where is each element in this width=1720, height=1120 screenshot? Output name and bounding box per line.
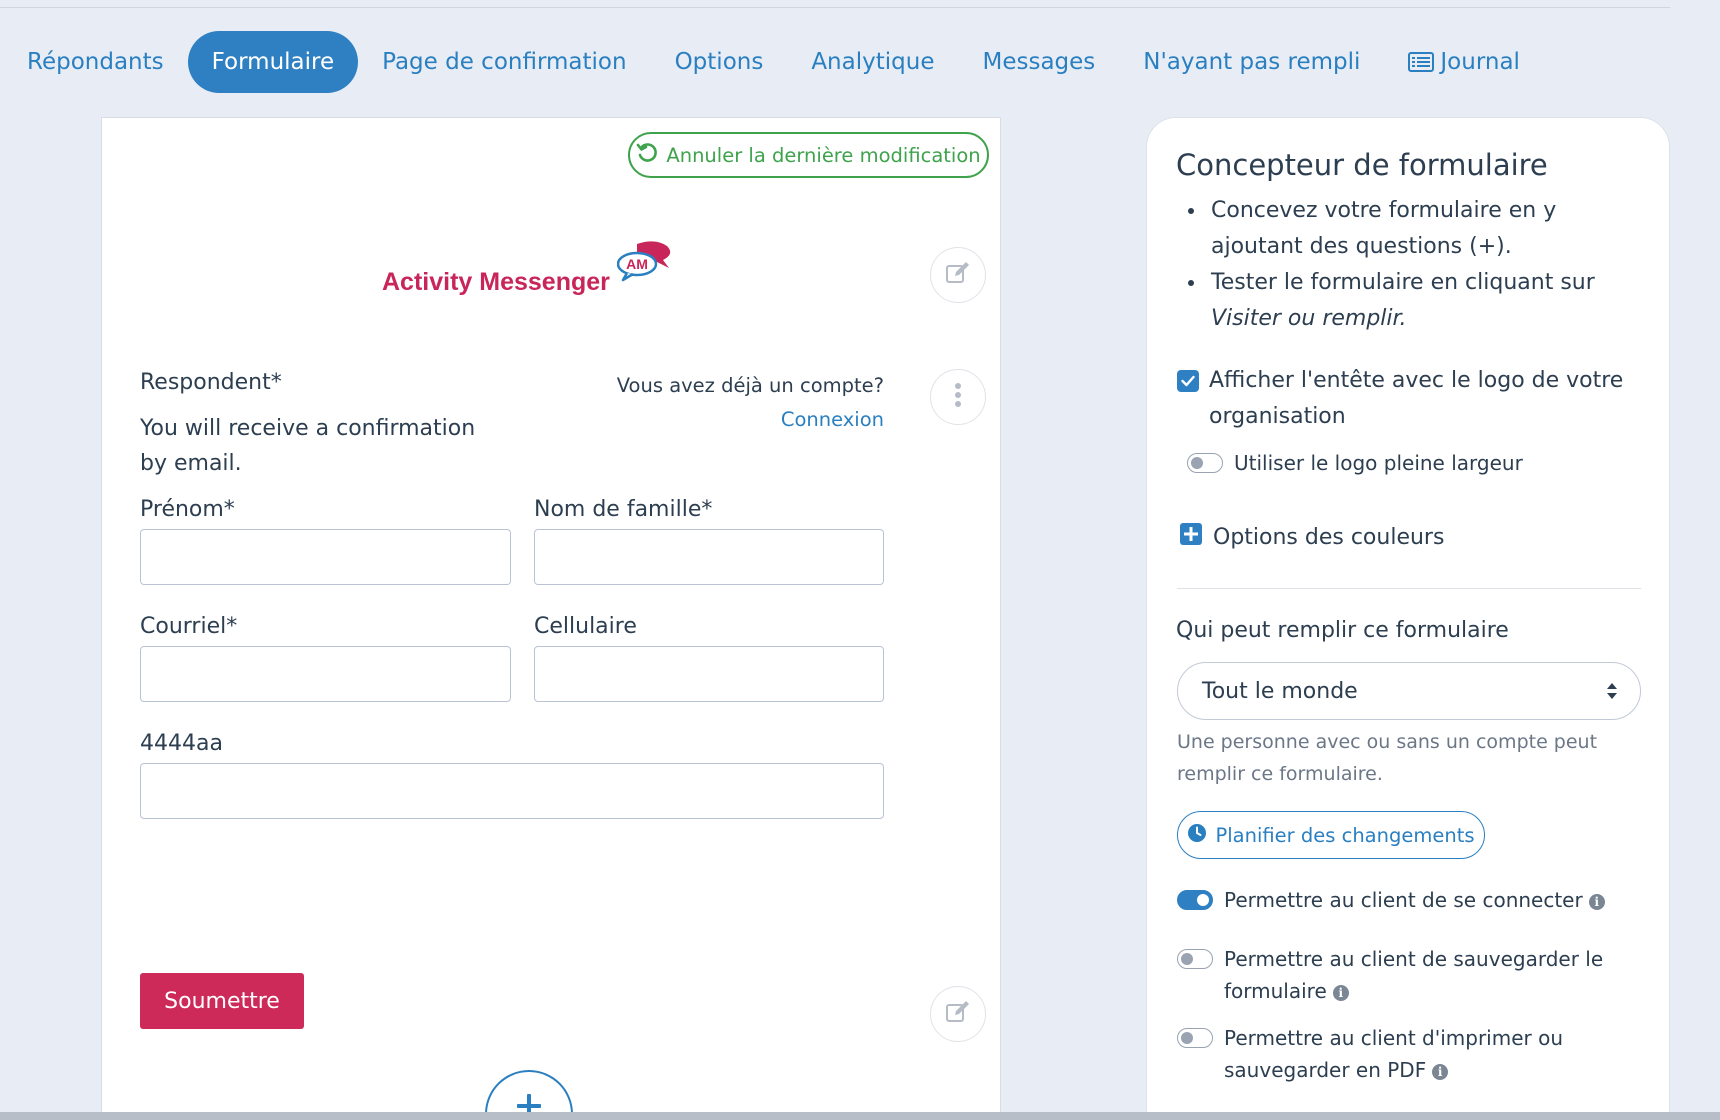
instructions-list: Concevez votre formulaire en y ajoutant … [1207,193,1627,337]
account-question: Vous avez déjà un compte? [616,374,884,397]
section-subtitle: You will receive a confirmation by email… [140,416,476,476]
bottom-scrollbar[interactable] [0,1112,1720,1120]
list-icon [1408,52,1435,72]
tab-label: Analytique [811,49,935,75]
color-options-toggle[interactable]: Options des couleurs [1180,523,1444,551]
who-can-fill-label: Qui peut remplir ce formulaire [1176,618,1509,643]
submit-button[interactable]: Soumettre [140,973,304,1029]
section-menu-button[interactable] [930,369,986,425]
allow-login-option[interactable]: Permettre au client de se connecter i [1177,888,1605,912]
allow-login-label: Permettre au client de se connecter [1224,888,1583,912]
speech-bubbles-icon: AM [617,241,671,282]
login-link[interactable]: Connexion [781,408,884,431]
checkbox[interactable] [1177,370,1199,392]
edit-submit-button[interactable] [930,986,986,1042]
who-can-fill-select[interactable]: Tout le monde [1177,662,1641,720]
logo-badge: AM [626,256,648,272]
tab-label: Options [674,49,764,75]
divider [1177,588,1641,589]
edit-header-button[interactable] [930,247,986,303]
info-icon[interactable]: i [1332,984,1349,1001]
tab-non-remplis[interactable]: N'ayant pas rempli [1119,31,1384,93]
info-icon[interactable]: i [1432,1063,1449,1080]
undo-last-change-button[interactable]: Annuler la dernière modification [628,132,989,178]
tab-label: N'ayant pas rempli [1143,49,1361,75]
full-width-logo-option[interactable]: Utiliser le logo pleine largeur [1187,451,1523,475]
last-name-label: Nom de famille* [534,497,713,522]
email-field[interactable] [140,646,511,702]
custom-field[interactable] [140,763,884,819]
show-header-option[interactable]: Afficher l'entête avec le logo de votre … [1177,363,1627,435]
tab-options[interactable]: Options [651,31,788,93]
allow-print-label: Permettre au client d'imprimer ou sauveg… [1224,1026,1564,1082]
email-label: Courriel* [140,614,238,639]
check-icon [1181,375,1195,387]
top-divider [0,7,1670,8]
last-name-field[interactable] [534,529,884,585]
show-header-label: Afficher l'entête avec le logo de votre … [1209,368,1624,429]
tab-label: Formulaire [211,49,335,75]
allow-print-option[interactable]: Permettre au client d'imprimer ou sauveg… [1177,1022,1607,1086]
cell-label: Cellulaire [534,614,637,639]
tab-journal[interactable]: Journal [1384,31,1544,93]
who-can-fill-value: Tout le monde [1202,678,1358,704]
vertical-dots-icon [954,382,962,412]
clock-icon [1187,823,1207,848]
who-can-fill-help: Une personne avec ou sans un compte peut… [1177,731,1598,785]
full-width-logo-toggle[interactable] [1187,453,1223,473]
custom-field-label: 4444aa [140,731,223,756]
info-icon[interactable]: i [1588,893,1605,910]
tab-analytique[interactable]: Analytique [787,31,958,93]
select-arrows-icon [1606,681,1618,706]
tab-bar: Répondants Formulaire Page de confirmati… [0,30,1544,94]
schedule-changes-label: Planifier des changements [1215,823,1475,847]
form-preview-panel: Annuler la dernière modification Activit… [101,117,1001,1120]
full-width-logo-label: Utiliser le logo pleine largeur [1234,451,1523,475]
edit-icon [945,261,971,289]
logo-text: Activity Messenger [382,268,610,296]
cell-field[interactable] [534,646,884,702]
instruction-item: Tester le formulaire en cliquant sur Vis… [1207,265,1627,337]
section-title: Respondent* [140,370,282,395]
first-name-label: Prénom* [140,497,235,522]
tab-label: Messages [982,49,1096,75]
tab-page-de-confirmation[interactable]: Page de confirmation [358,31,650,93]
allow-print-toggle[interactable] [1177,1028,1213,1048]
schedule-changes-button[interactable]: Planifier des changements [1177,811,1485,859]
tab-formulaire[interactable]: Formulaire [187,31,359,93]
tab-label: Page de confirmation [382,49,627,75]
allow-save-label: Permettre au client de sauvegarder le fo… [1224,947,1604,1003]
instruction-item: Concevez votre formulaire en y ajoutant … [1207,193,1627,265]
allow-save-toggle[interactable] [1177,949,1213,969]
undo-icon [636,142,658,169]
allow-save-option[interactable]: Permettre au client de sauvegarder le fo… [1177,943,1607,1007]
color-options-label: Options des couleurs [1213,524,1445,550]
edit-icon [945,1000,971,1028]
organization-logo: Activity Messenger AM [382,240,682,310]
first-name-field[interactable] [140,529,511,585]
panel-title: Concepteur de formulaire [1176,148,1548,182]
tab-messages[interactable]: Messages [958,31,1119,93]
form-designer-panel: Concepteur de formulaire Concevez votre … [1146,117,1670,1120]
plus-square-icon [1180,523,1202,551]
undo-label: Annuler la dernière modification [666,143,981,167]
tab-label: Répondants [27,49,164,75]
tab-repondants[interactable]: Répondants [0,31,188,93]
tab-label: Journal [1440,49,1520,75]
allow-login-toggle[interactable] [1177,890,1213,910]
